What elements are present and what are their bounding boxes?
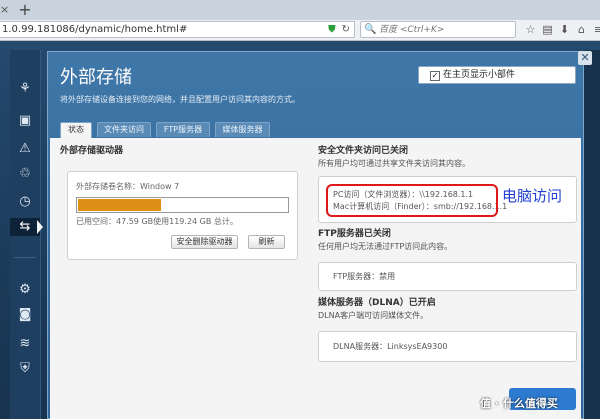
page-description: 将外部存储设备连接到您的网络，并且配置用户访问其内容的方式。 <box>60 95 300 104</box>
reader-icon[interactable]: ▤ <box>539 22 556 37</box>
wifi-icon[interactable]: ≋ <box>10 335 40 353</box>
refresh-button[interactable]: 刷新 <box>248 235 285 249</box>
usage-text: 已用空间：47.59 GB使用119.24 GB 总计。 <box>76 217 238 226</box>
star-icon[interactable]: ☆ <box>522 22 539 37</box>
ftp-desc: 任何用户均无法通过FTP访问此内容。 <box>318 242 453 251</box>
media-desc: DLNA客户端可访问媒体文件。 <box>318 311 429 320</box>
volume-label: 外部存储卷名称：Window 7 <box>76 182 180 191</box>
new-tab-button[interactable]: + <box>16 1 34 19</box>
page-title: 外部存储 <box>60 67 132 88</box>
homepage-label: 在主页显示小部件 <box>443 70 516 80</box>
safe-remove-button[interactable]: 安全删除驱动器 <box>171 235 238 249</box>
drive-heading: 外部存储驱动器 <box>60 146 124 156</box>
home-icon[interactable]: ⌂ <box>573 22 590 37</box>
right-edge-panel <box>584 50 600 419</box>
clock-icon[interactable]: ◷ <box>10 193 40 211</box>
sidebar: ⚘ ▣ ⚠ ♲ ◷ ⇆ ⚙ ◙ ≋ ⛨ <box>10 50 43 419</box>
camera-icon[interactable]: ◙ <box>10 306 40 324</box>
usage-progress-bar <box>76 197 289 213</box>
search-box[interactable]: 🔍 百度 <Ctrl+K> <box>360 21 516 38</box>
devices-icon[interactable]: ▣ <box>10 112 40 130</box>
search-engine-icon[interactable]: 🔍 <box>364 23 376 37</box>
search-placeholder: 百度 <Ctrl+K> <box>379 25 445 35</box>
menu-icon[interactable]: ≡ <box>590 22 600 37</box>
tab-close-icon[interactable]: × <box>0 2 10 18</box>
sidebar-divider <box>14 257 36 258</box>
secure-folder-desc: 所有用户均可通过共享文件夹访问其内容。 <box>318 159 470 168</box>
download-icon[interactable]: ⬇ <box>556 22 573 37</box>
apps-icon[interactable]: ♲ <box>10 165 40 183</box>
secure-folder-heading: 安全文件夹访问已关闭 <box>318 146 409 156</box>
address-bar[interactable]: 1.0.99.181086/dynamic/home.html# ⛊ ↻ <box>0 21 355 38</box>
close-icon[interactable]: ✕ <box>578 51 592 65</box>
network-map-icon[interactable]: ⚘ <box>10 80 40 98</box>
toolbar-icons: ☆ ▤ ⬇ ⌂ ≡ <box>522 22 600 37</box>
address-text[interactable]: 1.0.99.181086/dynamic/home.html# <box>2 23 187 37</box>
reload-icon[interactable]: ↻ <box>342 24 350 35</box>
tab-ftp-server[interactable]: FTP服务器 <box>156 122 210 137</box>
active-pointer <box>37 220 43 234</box>
browser-nav-bar: 1.0.99.181086/dynamic/home.html# ⛊ ↻ 🔍 百度… <box>0 20 600 41</box>
tab-status[interactable]: 状态 <box>60 122 92 138</box>
usage-progress-fill <box>78 199 161 211</box>
show-on-homepage-toggle[interactable]: ✓ 在主页显示小部件 <box>418 66 576 84</box>
annotation-label: 电脑访问 <box>502 187 563 205</box>
security-shield-icon[interactable]: ⛨ <box>10 360 40 378</box>
tab-media-server[interactable]: 媒体服务器 <box>215 122 270 137</box>
watermark: 值 · 什么值得买 <box>480 397 558 410</box>
warning-icon[interactable]: ⚠ <box>10 140 40 158</box>
settings-icon[interactable]: ⚙ <box>10 281 40 299</box>
tab-folder-access[interactable]: 文件夹访问 <box>97 122 151 137</box>
shield-icon[interactable]: ⛊ <box>328 24 336 35</box>
dlna-server-status: DLNA服务器：LinksysEA9300 <box>333 342 448 351</box>
ftp-heading: FTP服务器已关闭 <box>318 229 391 239</box>
ftp-server-status: FTP服务器：禁用 <box>333 272 396 281</box>
annotation-highlight <box>326 184 498 217</box>
homepage-checkbox[interactable]: ✓ <box>430 71 440 81</box>
tab-bar: 状态 文件夹访问 FTP服务器 媒体服务器 <box>60 122 572 138</box>
browser-tab-bar: × + <box>0 0 600 20</box>
media-heading: 媒体服务器（DLNA）已开启 <box>318 298 436 308</box>
usb-storage-icon[interactable]: ⇆ <box>10 218 43 236</box>
